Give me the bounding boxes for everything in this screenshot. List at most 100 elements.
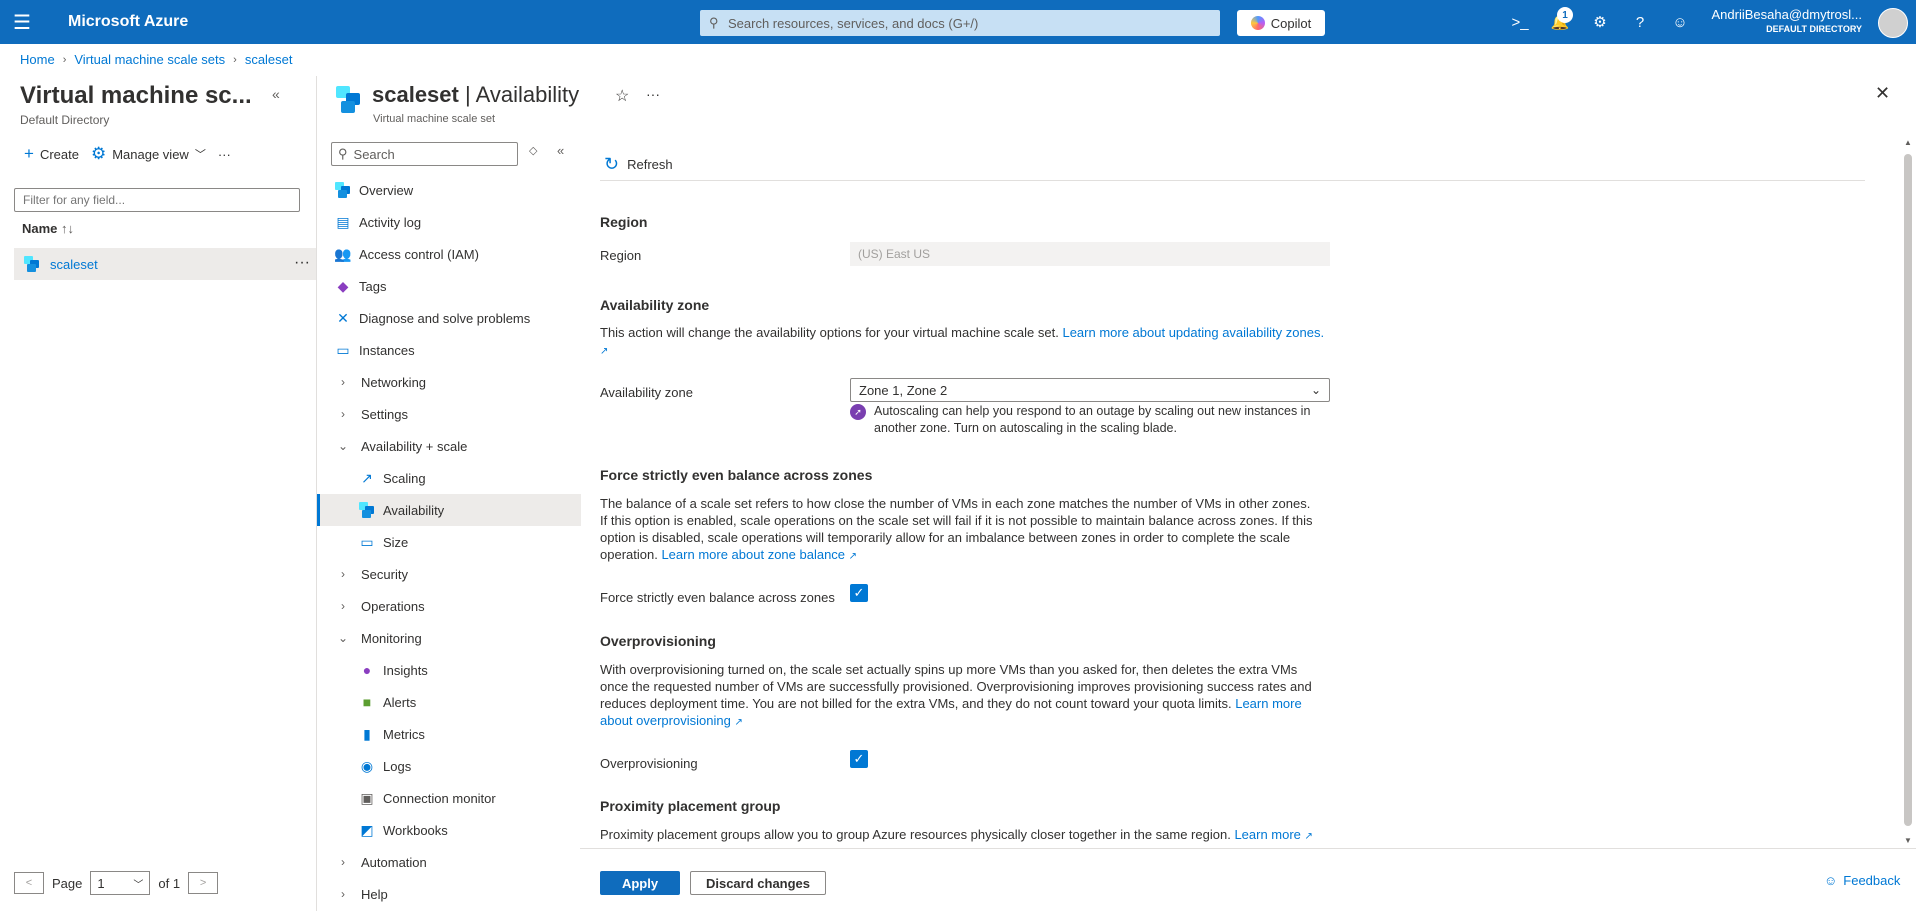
discard-changes-button[interactable]: Discard changes: [690, 871, 826, 895]
zone-balance-checkbox[interactable]: ✓: [850, 584, 868, 602]
menu-item-label: Automation: [361, 854, 427, 870]
proximity-learn-more-link[interactable]: Learn more: [1234, 827, 1300, 842]
avatar[interactable]: [1878, 8, 1908, 38]
menu-item-networking[interactable]: › Networking: [317, 366, 581, 398]
menu-item-label: Tags: [359, 278, 387, 294]
availability-zone-dropdown[interactable]: Zone 1, Zone 2 ⌄: [850, 378, 1330, 402]
bar-chart-icon: ▮: [363, 725, 371, 742]
list-subtitle: Default Directory: [20, 113, 110, 127]
user-name: AndriiBesaha@dmytrosl...: [1711, 7, 1862, 22]
scroll-up-arrow-icon[interactable]: ▲: [1904, 138, 1912, 147]
menu-search-input[interactable]: ⚲ Search: [331, 142, 518, 166]
menu-item-diagnose[interactable]: ✕ Diagnose and solve problems: [317, 302, 581, 334]
scale-set-icon: [359, 502, 375, 518]
menu-item-metrics[interactable]: ▮ Metrics: [317, 718, 581, 750]
copilot-button[interactable]: Copilot: [1237, 10, 1325, 36]
zone-balance-learn-more-link[interactable]: Learn more about zone balance: [661, 547, 845, 562]
menu-item-security[interactable]: › Security: [317, 558, 581, 590]
breadcrumb-scaleset[interactable]: scaleset: [245, 52, 293, 67]
brand-title[interactable]: Microsoft Azure: [68, 13, 188, 31]
account-info[interactable]: AndriiBesaha@dmytrosl... DEFAULT DIRECTO…: [1712, 8, 1862, 36]
az-learn-more-link[interactable]: Learn more about updating availability z…: [1062, 325, 1324, 340]
menu-item-scaling[interactable]: ↗ Scaling: [317, 462, 581, 494]
menu-item-monitoring[interactable]: ⌄ Monitoring: [317, 622, 581, 654]
menu-item-overview[interactable]: Overview: [317, 174, 581, 206]
rocket-icon: ➚: [850, 404, 866, 420]
copilot-icon: [1250, 16, 1265, 30]
menu-item-activity-log[interactable]: ▤ Activity log: [317, 206, 581, 238]
menu-item-automation[interactable]: › Automation: [317, 846, 581, 878]
create-label: Create: [39, 146, 79, 162]
menu-item-label: Metrics: [383, 726, 425, 742]
menu-item-label: Workbooks: [383, 822, 448, 838]
close-icon[interactable]: ✕: [1875, 83, 1890, 104]
menu-item-tags[interactable]: ◆ Tags: [317, 270, 581, 302]
menu-item-insights[interactable]: ● Insights: [317, 654, 581, 686]
region-field: (US) East US: [850, 242, 1330, 266]
column-header-name[interactable]: Name ↑↓: [22, 221, 74, 236]
menu-item-label: Alerts: [383, 694, 417, 710]
cloud-shell-icon[interactable]: >_: [1510, 12, 1530, 32]
filter-input[interactable]: [14, 188, 300, 212]
menu-item-instances[interactable]: ▭ Instances: [317, 334, 581, 366]
proximity-description: Proximity placement groups allow you to …: [600, 826, 1400, 845]
top-bar: ☰ Microsoft Azure ⚲ Search resources, se…: [0, 0, 1916, 44]
external-link-icon: ↗: [1304, 831, 1313, 842]
menu-item-label: Connection monitor: [383, 790, 496, 806]
scrollbar-thumb[interactable]: [1904, 154, 1912, 826]
more-ellipsis-icon[interactable]: ···: [218, 147, 231, 162]
menu-item-availability[interactable]: Availability: [317, 494, 581, 526]
menu-item-settings[interactable]: › Settings: [317, 398, 581, 430]
hamburger-menu-icon[interactable]: ☰: [0, 0, 44, 44]
menu-item-size[interactable]: ▭ Size: [317, 526, 581, 558]
manage-view-button[interactable]: ⚙ Manage view ﹀: [91, 144, 206, 164]
logs-icon: ◉: [360, 757, 374, 774]
breadcrumb-home[interactable]: Home: [20, 52, 55, 67]
apply-button[interactable]: Apply: [600, 871, 680, 895]
refresh-button[interactable]: ↻ Refresh: [604, 154, 673, 175]
menu-item-availability-scale[interactable]: ⌄ Availability + scale: [317, 430, 581, 462]
gear-icon: ⚙: [90, 144, 107, 163]
collapse-menu-icon[interactable]: «: [557, 143, 564, 158]
row-more-ellipsis-icon[interactable]: ···: [294, 254, 310, 272]
help-question-icon[interactable]: ?: [1630, 12, 1650, 32]
section-overprovisioning: Overprovisioning: [600, 633, 716, 649]
list-item[interactable]: scaleset ···: [14, 248, 316, 280]
menu-item-label: Help: [361, 886, 388, 902]
overprovisioning-checkbox[interactable]: ✓: [850, 750, 868, 768]
breadcrumb-vmss[interactable]: Virtual machine scale sets: [74, 52, 225, 67]
action-footer: Apply Discard changes ☺ Feedback: [580, 848, 1916, 911]
menu-item-alerts[interactable]: ■ Alerts: [317, 686, 581, 718]
scroll-down-arrow-icon[interactable]: ▼: [1904, 836, 1912, 845]
refresh-label: Refresh: [627, 157, 673, 172]
global-search-input[interactable]: ⚲ Search resources, services, and docs (…: [700, 10, 1220, 36]
collapse-double-chevron-icon[interactable]: «: [272, 86, 280, 102]
page-select[interactable]: 1 ﹀: [90, 871, 151, 895]
menu-item-operations[interactable]: › Operations: [317, 590, 581, 622]
search-icon: ⚲: [709, 15, 719, 30]
zone-balance-description: The balance of a scale set refers to how…: [600, 495, 1320, 565]
settings-gear-icon[interactable]: ⚙: [1590, 12, 1610, 32]
menu-item-iam[interactable]: 👥 Access control (IAM): [317, 238, 581, 270]
list-item-name[interactable]: scaleset: [50, 257, 98, 272]
create-button[interactable]: + Create: [24, 144, 79, 164]
previous-page-button[interactable]: <: [14, 872, 44, 894]
feedback-person-icon[interactable]: ☺: [1670, 12, 1690, 32]
menu-item-connection-monitor[interactable]: ▣ Connection monitor: [317, 782, 581, 814]
feedback-link[interactable]: ☺ Feedback: [1824, 873, 1900, 888]
az-description-text: This action will change the availability…: [600, 325, 1059, 340]
expand-collapse-icon[interactable]: ◇: [529, 144, 537, 157]
menu-item-label: Monitoring: [361, 630, 422, 646]
menu-item-workbooks[interactable]: ◩ Workbooks: [317, 814, 581, 846]
scaling-icon: ↗: [361, 469, 373, 486]
overprovisioning-description: With overprovisioning turned on, the sca…: [600, 661, 1320, 731]
next-page-button[interactable]: >: [188, 872, 219, 894]
chevron-right-icon: ›: [341, 887, 345, 901]
chevron-down-icon: ﹀: [133, 879, 144, 891]
activity-log-icon: ▤: [336, 213, 350, 230]
zone-balance-label: Force strictly even balance across zones: [600, 590, 835, 605]
menu-item-logs[interactable]: ◉ Logs: [317, 750, 581, 782]
menu-item-help[interactable]: › Help: [317, 878, 581, 910]
plus-icon: +: [24, 144, 34, 163]
overprovisioning-text: With overprovisioning turned on, the sca…: [600, 662, 1312, 711]
